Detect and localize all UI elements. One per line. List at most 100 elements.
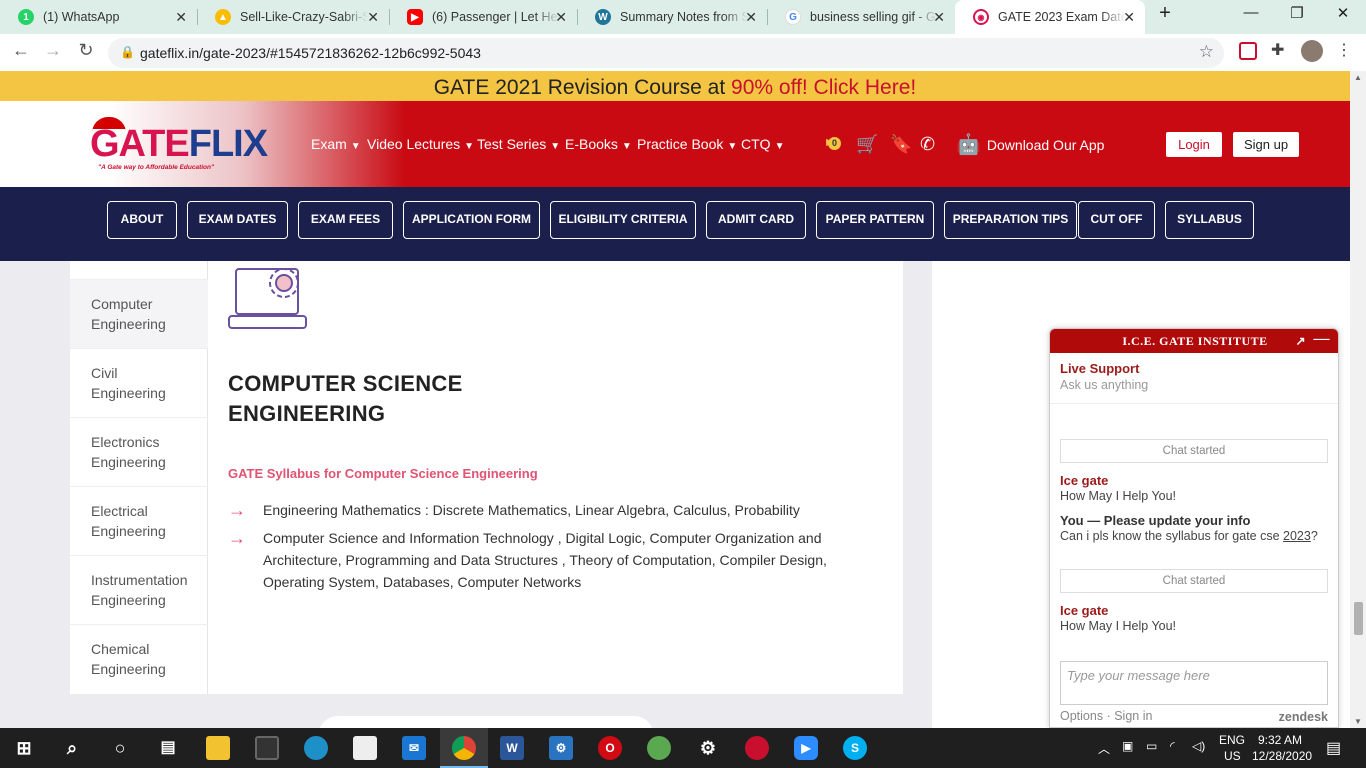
sidebar-item-instrumentation[interactable]: Instrumentation Engineering (70, 556, 208, 625)
promo-banner[interactable]: GATE 2021 Revision Course at 90% off! Cl… (0, 71, 1350, 102)
forward-icon[interactable]: → (40, 40, 66, 61)
cortana-icon[interactable]: ○ (108, 736, 132, 760)
address-bar[interactable]: 🔒 gateflix.in/gate-2023/#1545721836262-1… (108, 38, 1224, 68)
nav-exam[interactable]: Exam ▼ (311, 136, 361, 152)
bookmark-icon[interactable]: 🔖 (890, 134, 912, 155)
tab-preparation-tips[interactable]: PREPARATION TIPS (944, 201, 1077, 239)
tab-google-drive[interactable]: ▲ Sell-Like-Crazy-Sabri-Su ✕ (197, 0, 389, 34)
minimize-chat-icon[interactable]: — (1314, 329, 1331, 351)
language-region[interactable]: US (1224, 749, 1241, 763)
profile-avatar[interactable] (1301, 40, 1323, 62)
sidebar-item-chemical[interactable]: Chemical Engineering (70, 625, 208, 694)
popout-icon[interactable]: ↗ (1295, 329, 1306, 353)
app-red-icon[interactable] (745, 736, 769, 760)
sidebar-item-electrical[interactable]: Electrical Engineering (70, 487, 208, 556)
close-icon[interactable]: ✕ (933, 9, 945, 26)
zendesk-brand[interactable]: zendesk (1279, 710, 1328, 724)
tab-admit-card[interactable]: ADMIT CARD (706, 201, 806, 239)
restore-icon[interactable]: ❐ (1282, 4, 1312, 22)
tab-application-form[interactable]: APPLICATION FORM (403, 201, 540, 239)
new-tab-button[interactable]: + (1150, 2, 1180, 25)
nav-ctq[interactable]: CTQ ▼ (741, 136, 784, 152)
task-view-icon[interactable]: ▤ (156, 736, 180, 760)
close-icon[interactable]: ✕ (745, 9, 757, 26)
tab-exam-fees[interactable]: EXAM FEES (298, 201, 393, 239)
close-icon[interactable]: ✕ (175, 9, 187, 26)
nav-test-series[interactable]: Test Series ▼ (477, 136, 560, 152)
word-icon[interactable]: W (500, 736, 524, 760)
clock-time[interactable]: 9:32 AM (1258, 733, 1302, 747)
volume-icon[interactable]: ◁) (1192, 739, 1205, 753)
live-support-title: Live Support (1060, 361, 1140, 376)
wifi-icon[interactable]: ◜ (1170, 739, 1175, 753)
tab-google-search[interactable]: G business selling gif - Go ✕ (767, 0, 955, 34)
signup-button[interactable]: Sign up (1233, 132, 1299, 157)
zoom-icon[interactable]: ▶ (794, 736, 818, 760)
close-icon[interactable]: ✕ (555, 9, 567, 26)
notifications-icon[interactable]: ▤ (1326, 738, 1341, 758)
close-icon[interactable]: ✕ (367, 9, 379, 26)
bookmark-star-icon[interactable]: ☆ (1199, 42, 1214, 62)
tab-eligibility-criteria[interactable]: ELIGIBILITY CRITERIA (550, 201, 696, 239)
chrome-icon[interactable] (452, 736, 476, 760)
minimize-icon[interactable]: — (1236, 4, 1266, 21)
gateflix-logo[interactable]: GATEFLIX (90, 123, 268, 166)
opera-icon[interactable]: O (598, 736, 622, 760)
scrollbar-thumb[interactable] (1354, 602, 1363, 635)
scroll-up-icon[interactable]: ▲ (1354, 73, 1362, 82)
reload-icon[interactable]: ↻ (73, 40, 99, 61)
sidebar-item-computer[interactable]: Computer Engineering (70, 280, 208, 349)
file-explorer-icon[interactable] (206, 736, 230, 760)
login-button[interactable]: Login (1166, 132, 1222, 157)
cart-icon[interactable]: 🛒 (856, 134, 878, 155)
skype-icon[interactable]: S (843, 736, 867, 760)
list-item: → Engineering Mathematics : Discrete Mat… (228, 500, 800, 520)
agent-name: Ice gate (1060, 603, 1109, 618)
download-app-link[interactable]: 🤖 Download Our App (956, 132, 1104, 157)
sidebar-item-electronics[interactable]: Electronics Engineering (70, 418, 208, 487)
tab-gateflix-active[interactable]: ◉ GATE 2023 Exam Dates, S ✕ (955, 0, 1145, 34)
search-icon[interactable]: ⌕ (60, 736, 84, 760)
windows-start-icon[interactable]: ⊞ (12, 736, 36, 760)
notepad-icon[interactable] (353, 736, 377, 760)
phone-icon[interactable]: ✆ (920, 134, 935, 155)
tab-whatsapp[interactable]: 1 (1) WhatsApp ✕ (0, 0, 197, 34)
banner-highlight[interactable]: 90% off! Click Here! (731, 76, 916, 99)
battery-icon[interactable]: ▭ (1146, 739, 1157, 753)
extension-icon[interactable] (1239, 42, 1257, 60)
nav-video-lectures[interactable]: Video Lectures ▼ (367, 136, 474, 152)
chat-started-label: Chat started (1060, 569, 1328, 593)
chat-header[interactable]: I.C.E. GATE INSTITUTE ↗ — (1050, 329, 1338, 353)
banner-text: GATE 2021 Revision Course at (433, 76, 732, 99)
tray-chevron-icon[interactable]: ︿ (1098, 740, 1110, 757)
gear-icon[interactable]: ⚙ (696, 736, 720, 760)
tray-app-icon[interactable]: ▣ (1122, 739, 1133, 753)
sidebar-item-partial[interactable] (70, 211, 208, 280)
clock-date[interactable]: 12/28/2020 (1252, 749, 1312, 763)
menu-kebab-icon[interactable]: ⋮ (1336, 40, 1354, 59)
tab-youtube[interactable]: ▶ (6) Passenger | Let Her G ✕ (389, 0, 577, 34)
page-title: COMPUTER SCIENCE ENGINEERING (228, 371, 463, 426)
options-link[interactable]: Options (1060, 709, 1103, 723)
scroll-down-icon[interactable]: ▼ (1354, 717, 1362, 726)
nav-practice-book[interactable]: Practice Book ▼ (637, 136, 737, 152)
page-scrollbar[interactable]: ▲ ▼ (1350, 71, 1366, 728)
back-icon[interactable]: ← (8, 40, 34, 61)
tab-cut-off[interactable]: CUT OFF (1078, 201, 1155, 239)
tab-paper-pattern[interactable]: PAPER PATTERN (816, 201, 934, 239)
window-close-icon[interactable]: ✕ (1328, 4, 1358, 22)
store-icon[interactable] (255, 736, 279, 760)
settings-app-icon[interactable]: ⚙ (549, 736, 573, 760)
tab-syllabus[interactable]: SYLLABUS (1165, 201, 1254, 239)
sidebar-item-civil[interactable]: Civil Engineering (70, 349, 208, 418)
puzzle-extensions-icon[interactable]: ✚ (1271, 40, 1289, 59)
android-studio-icon[interactable] (647, 736, 671, 760)
sign-in-link[interactable]: Sign in (1114, 709, 1152, 723)
language-code[interactable]: ENG (1219, 733, 1245, 747)
tab-wordpress[interactable]: W Summary Notes from Se ✕ (577, 0, 767, 34)
nav-ebooks[interactable]: E-Books ▼ (565, 136, 632, 152)
close-icon[interactable]: ✕ (1123, 9, 1135, 26)
mail-icon[interactable]: ✉ (402, 736, 426, 760)
chat-message-input[interactable]: Type your message here (1060, 661, 1328, 705)
edge-icon[interactable] (304, 736, 328, 760)
